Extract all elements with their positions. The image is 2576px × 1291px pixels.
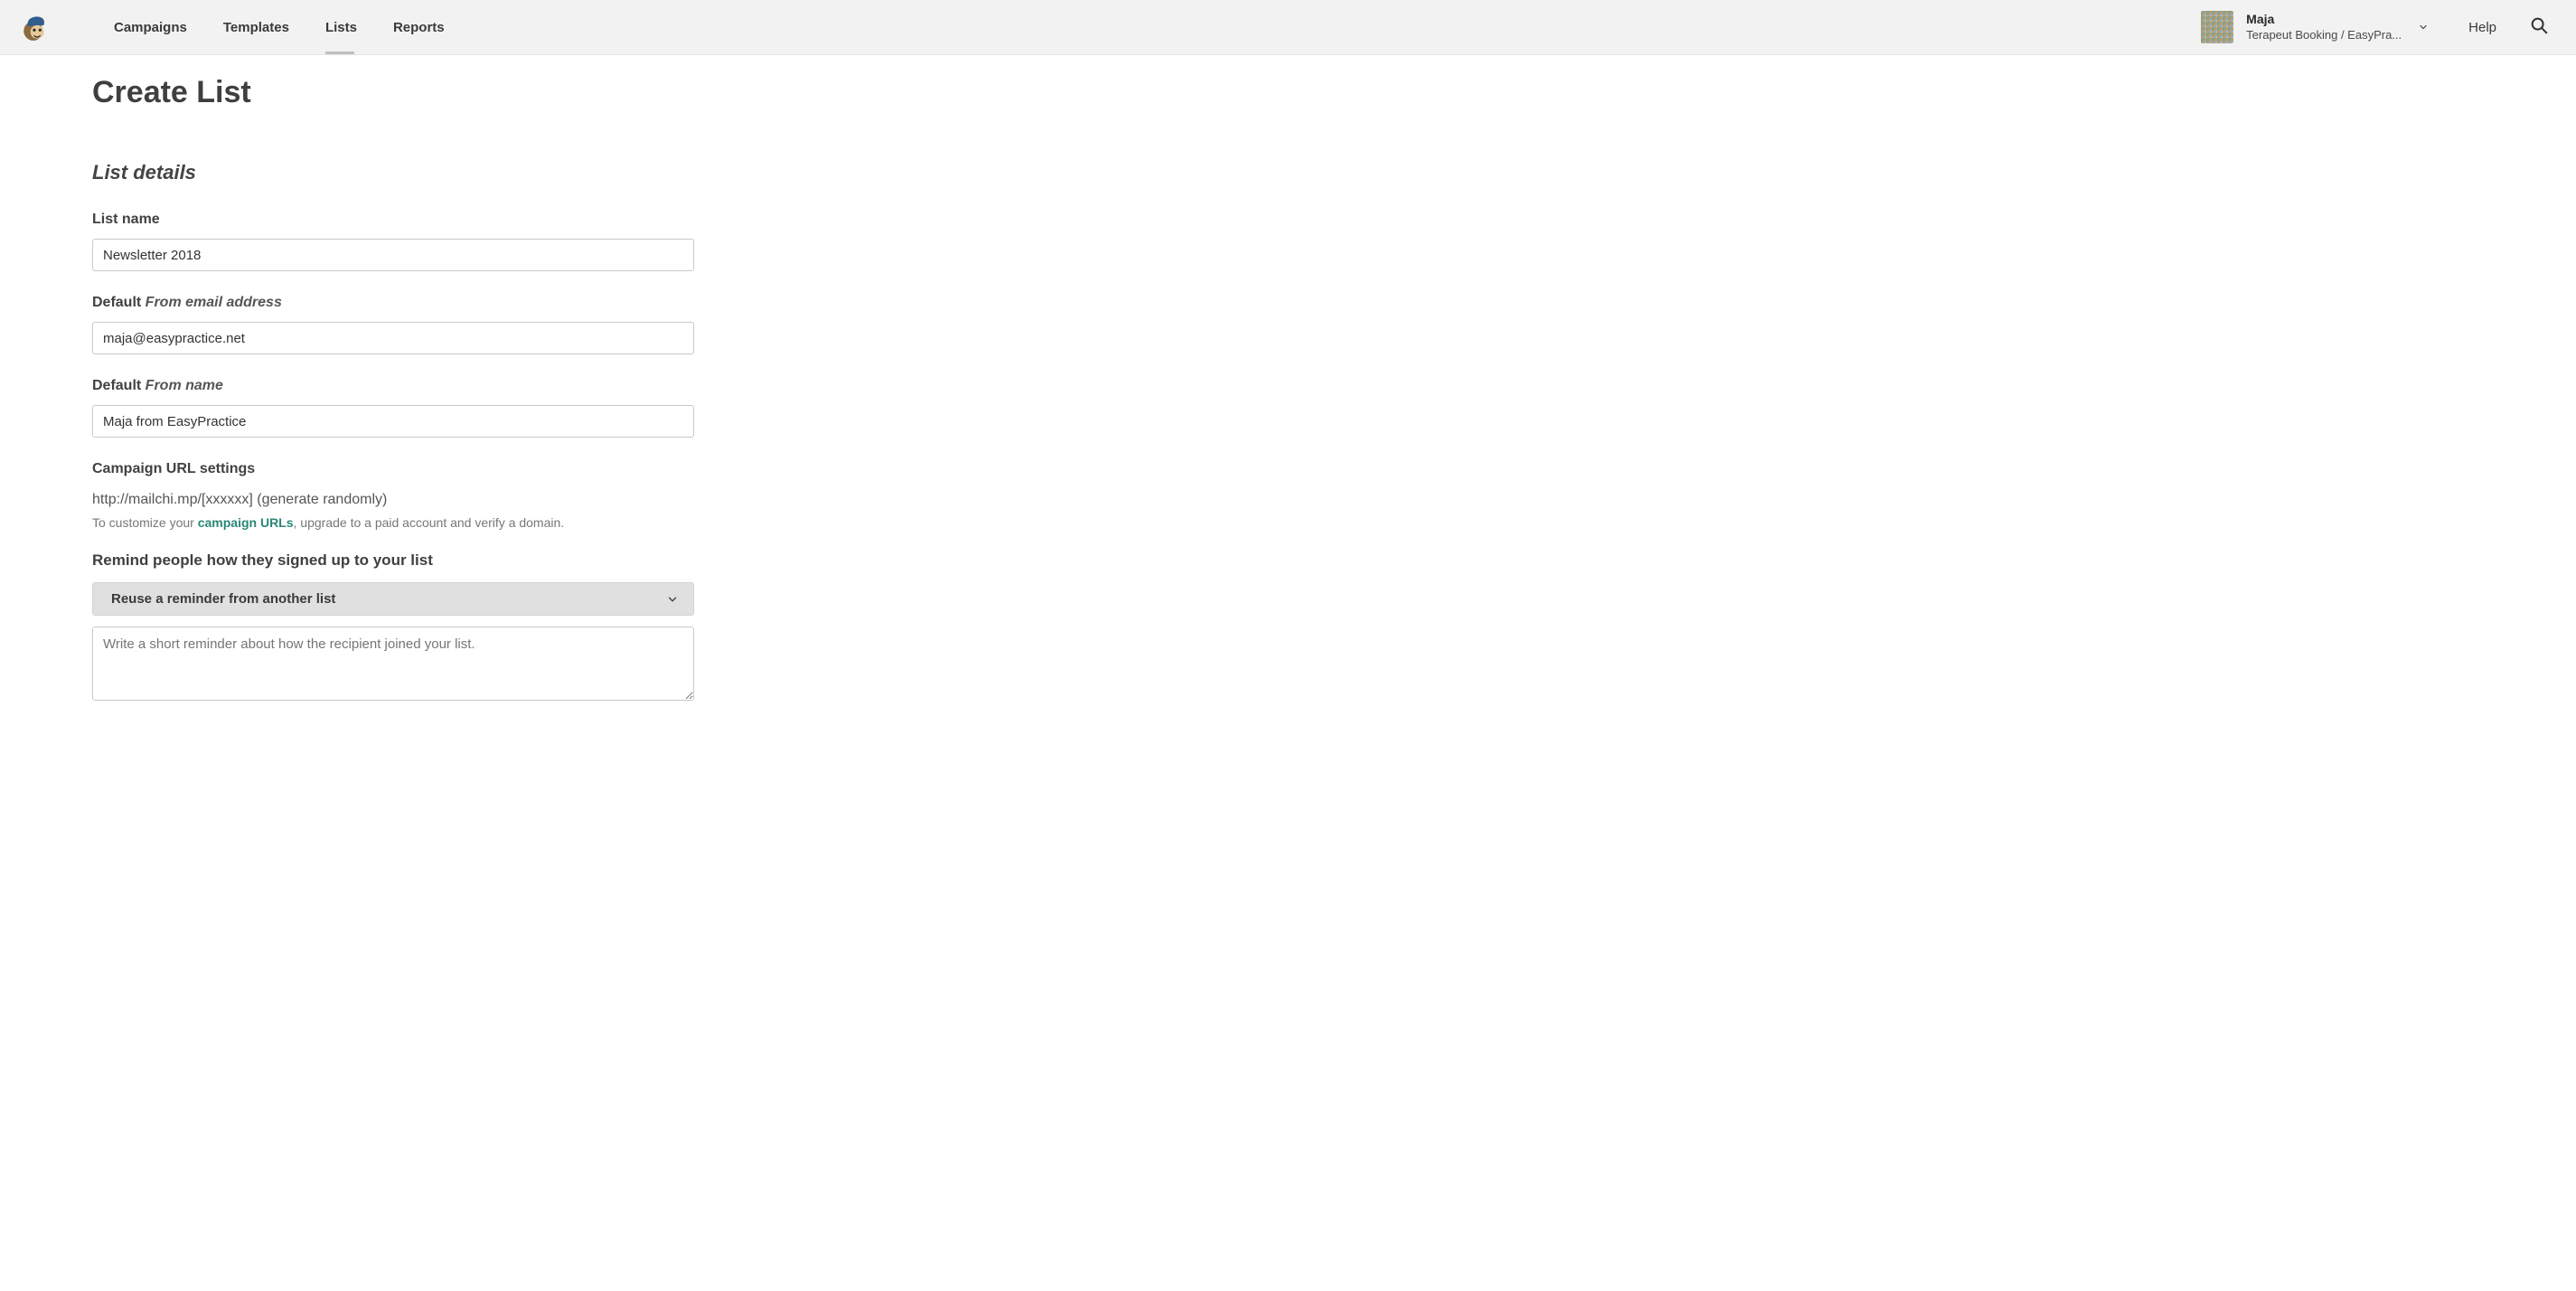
field-from-name: Default From name xyxy=(92,378,694,438)
nav-lists[interactable]: Lists xyxy=(307,2,375,53)
label-from-name-italic: From name xyxy=(146,378,223,393)
input-list-name[interactable] xyxy=(92,239,694,271)
label-from-email: Default From email address xyxy=(92,295,694,311)
user-name: Maja xyxy=(2246,12,2402,28)
help-link[interactable]: Help xyxy=(2443,20,2522,35)
field-reminder: Remind people how they signed up to your… xyxy=(92,551,694,704)
input-from-email[interactable] xyxy=(92,322,694,354)
label-from-email-italic: From email address xyxy=(146,295,282,310)
campaign-url-help-post: , upgrade to a paid account and verify a… xyxy=(294,515,565,530)
mailchimp-logo-icon xyxy=(20,12,51,42)
input-from-name[interactable] xyxy=(92,405,694,438)
label-from-email-prefix: Default xyxy=(92,295,146,310)
user-org: Terapeut Booking / EasyPra... xyxy=(2246,28,2402,42)
campaign-url-help-pre: To customize your xyxy=(92,515,198,530)
label-from-name: Default From name xyxy=(92,378,694,394)
label-list-name: List name xyxy=(92,212,694,228)
label-from-name-prefix: Default xyxy=(92,378,146,393)
field-campaign-url: Campaign URL settings http://mailchi.mp/… xyxy=(92,461,694,530)
reminder-reuse-select-label: Reuse a reminder from another list xyxy=(111,591,335,607)
campaign-url-pattern: http://mailchi.mp/[xxxxxx] (generate ran… xyxy=(92,492,694,508)
field-list-name: List name xyxy=(92,212,694,271)
avatar xyxy=(2201,11,2233,43)
chevron-down-icon xyxy=(2418,22,2429,33)
reminder-textarea[interactable] xyxy=(92,627,694,701)
nav-templates[interactable]: Templates xyxy=(205,2,307,53)
page-title: Create List xyxy=(92,75,797,110)
main-nav: Campaigns Templates Lists Reports xyxy=(96,2,463,53)
logo[interactable] xyxy=(20,12,51,42)
chevron-down-icon xyxy=(666,593,679,606)
main-content: Create List List details List name Defau… xyxy=(92,55,797,704)
field-from-email: Default From email address xyxy=(92,295,694,354)
nav-campaigns[interactable]: Campaigns xyxy=(96,2,205,53)
campaign-urls-link[interactable]: campaign URLs xyxy=(198,515,294,530)
user-menu[interactable]: Maja Terapeut Booking / EasyPra... xyxy=(2201,11,2443,43)
nav-reports[interactable]: Reports xyxy=(375,2,463,53)
section-list-details: List details xyxy=(92,161,797,184)
top-bar: Campaigns Templates Lists Reports Maja T… xyxy=(0,0,2576,55)
search-button[interactable] xyxy=(2522,15,2556,39)
label-campaign-url: Campaign URL settings xyxy=(92,461,694,477)
campaign-url-help: To customize your campaign URLs, upgrade… xyxy=(92,515,694,530)
reminder-reuse-select[interactable]: Reuse a reminder from another list xyxy=(92,582,694,616)
label-reminder: Remind people how they signed up to your… xyxy=(92,551,694,570)
search-icon xyxy=(2529,15,2549,35)
